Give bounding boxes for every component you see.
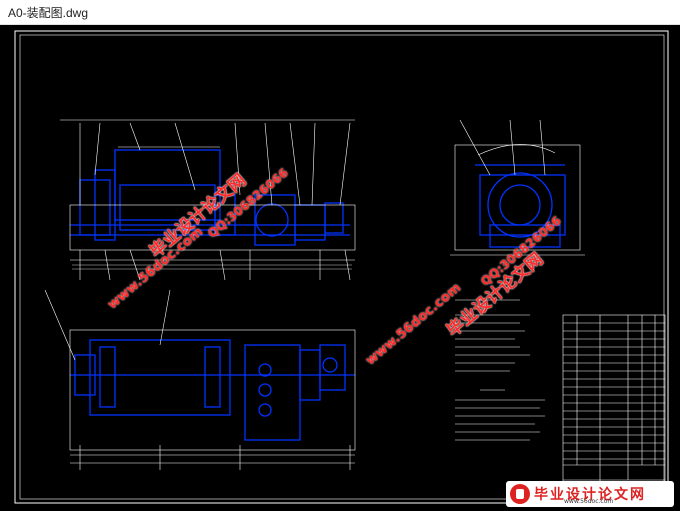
plan-view-lines (44, 289, 356, 470)
side-view (475, 164, 566, 248)
site-logo: 毕业设计论文网 www.56doc.com (506, 481, 674, 507)
drawing-svg (14, 30, 669, 504)
parts-list-table (562, 314, 666, 501)
window-title: A0-装配图.dwg (8, 6, 89, 20)
drawing-border (14, 30, 669, 504)
site-logo-url: www.56doc.com (564, 498, 614, 505)
drawing-inner-border (19, 34, 665, 500)
window-titlebar: A0-装配图.dwg (0, 0, 680, 25)
cad-drawing-canvas[interactable]: 毕业设计论文网 www.56doc.com QQ:306826066 www.5… (0, 25, 680, 511)
plan-view (70, 339, 355, 441)
site-logo-icon (510, 484, 530, 504)
front-view-hatch (72, 264, 352, 270)
